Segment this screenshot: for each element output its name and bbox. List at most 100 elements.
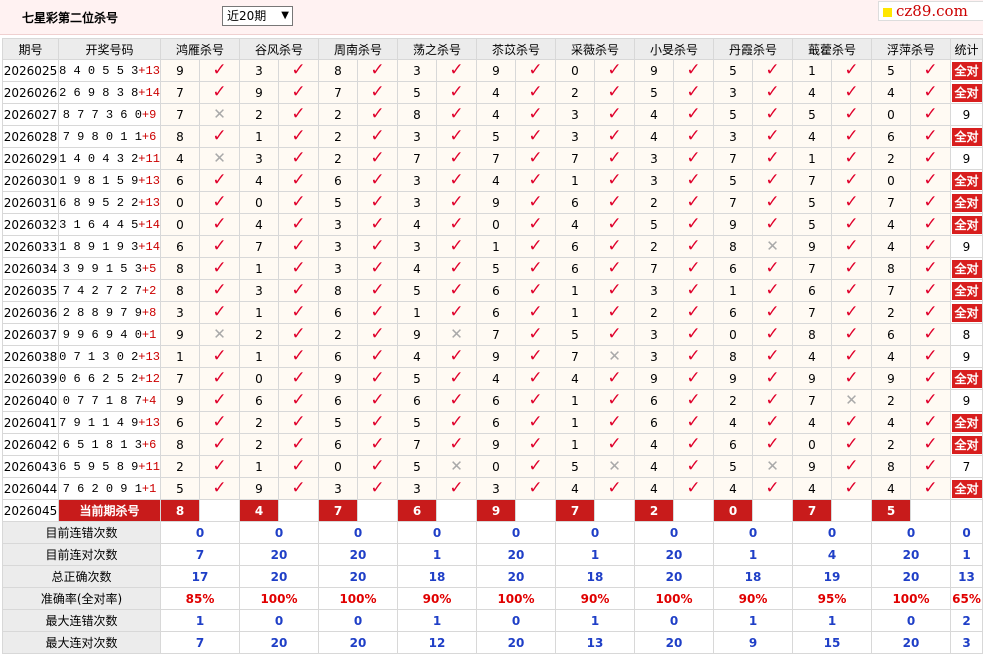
column-header-expert[interactable]: 蕺藿杀号	[792, 38, 872, 60]
kill-number: 2	[239, 411, 279, 434]
result-cell: ✓	[673, 169, 714, 192]
check-icon: ✓	[923, 104, 938, 124]
stat-total: 2	[950, 609, 983, 632]
check-icon: ✓	[765, 192, 780, 212]
result-cell: ✓	[357, 103, 398, 126]
column-header-expert[interactable]: 丹霞杀号	[713, 38, 793, 60]
check-icon: ✓	[212, 390, 227, 410]
kill-number: 3	[713, 125, 753, 148]
result-cell: ✓	[831, 301, 872, 324]
stat-value: 20	[476, 565, 556, 588]
kill-number: 5	[634, 81, 674, 104]
column-header-expert[interactable]: 谷风杀号	[239, 38, 319, 60]
result-cell: ✓	[515, 345, 556, 368]
kill-number: 3	[634, 323, 674, 346]
table-row: 2026042 6 5 1 8 1 3+6 8 ✓ 2 ✓ 6 ✓ 7 ✓ 9 ✓ 1 ✓ 4 ✓ 6 ✓ 0 ✓ 2 ✓…	[2, 433, 983, 456]
issue-number[interactable]: 2026026	[2, 81, 59, 104]
kill-number: 1	[792, 147, 832, 170]
column-header-expert[interactable]: 采薇杀号	[555, 38, 635, 60]
result-cell: ✓	[357, 455, 398, 478]
stat-value: 0	[239, 521, 319, 544]
result-cell: ✕	[752, 455, 793, 478]
result-cell: ✓	[278, 345, 319, 368]
issue-number[interactable]: 2026033	[2, 235, 59, 258]
check-icon: ✓	[686, 280, 701, 300]
current-empty-cell	[831, 499, 872, 522]
kill-number: 5	[160, 477, 200, 500]
check-icon: ✓	[291, 214, 306, 234]
kill-number: 6	[713, 433, 753, 456]
result-cell: ✓	[515, 81, 556, 104]
check-icon: ✓	[449, 192, 464, 212]
result-cell: ✓	[910, 169, 951, 192]
current-issue[interactable]: 2026045	[2, 499, 59, 522]
stat-label: 最大连错次数	[2, 609, 161, 632]
current-kill-number: 2	[634, 499, 674, 522]
issue-number[interactable]: 2026038	[2, 345, 59, 368]
kill-number: 3	[476, 477, 516, 500]
kill-number: 1	[239, 345, 279, 368]
check-icon: ✓	[607, 434, 622, 454]
issue-number[interactable]: 2026044	[2, 477, 59, 500]
issue-number[interactable]: 2026041	[2, 411, 59, 434]
draw-special: +13	[138, 195, 160, 210]
issue-number[interactable]: 2026042	[2, 433, 59, 456]
kill-number: 7	[792, 389, 832, 412]
result-cell: ✓	[910, 389, 951, 412]
column-header-expert[interactable]: 周南杀号	[318, 38, 398, 60]
column-header-expert[interactable]: 鸿雁杀号	[160, 38, 240, 60]
result-cell: ✓	[910, 345, 951, 368]
draw-numbers: 2 6 9 8 3 8+14	[58, 81, 161, 104]
check-icon: ✓	[765, 258, 780, 278]
issue-number[interactable]: 2026040	[2, 389, 59, 412]
check-icon: ✓	[844, 280, 859, 300]
column-header-expert[interactable]: 苶苡杀号	[476, 38, 556, 60]
issue-number[interactable]: 2026034	[2, 257, 59, 280]
kill-number: 3	[239, 147, 279, 170]
issue-number[interactable]: 2026025	[2, 59, 59, 82]
kill-number: 6	[239, 389, 279, 412]
issue-number[interactable]: 2026036	[2, 301, 59, 324]
kill-number: 5	[792, 213, 832, 236]
result-cell: ✕	[199, 323, 240, 346]
table-row: 2026027 8 7 7 3 6 0+9 7 ✕ 2 ✓ 2 ✓ 8 ✓ 4 ✓ 3 ✓ 4 ✓ 5 ✓ 5 ✓ 0 ✓…	[2, 103, 983, 126]
period-select[interactable]: 近20期 ▼	[222, 6, 293, 26]
draw-main: 8 4 0 5 5 3	[59, 63, 139, 78]
draw-main: 6 8 9 5 2 2	[59, 195, 139, 210]
chevron-down-icon: ▼	[281, 10, 289, 21]
column-header-expert[interactable]: 浮萍杀号	[871, 38, 951, 60]
kill-number: 3	[634, 147, 674, 170]
issue-number[interactable]: 2026032	[2, 213, 59, 236]
issue-number[interactable]: 2026027	[2, 103, 59, 126]
column-header-expert[interactable]: 小旻杀号	[634, 38, 714, 60]
issue-number[interactable]: 2026039	[2, 367, 59, 390]
check-icon: ✓	[449, 60, 464, 80]
result-cell: ✓	[436, 81, 477, 104]
issue-number[interactable]: 2026028	[2, 125, 59, 148]
result-cell: ✓	[515, 169, 556, 192]
check-icon: ✓	[686, 192, 701, 212]
draw-special: +1	[141, 327, 157, 342]
stat-label: 目前连错次数	[2, 521, 161, 544]
stat-value: 0	[476, 521, 556, 544]
issue-number[interactable]: 2026035	[2, 279, 59, 302]
issue-number[interactable]: 2026030	[2, 169, 59, 192]
issue-number[interactable]: 2026029	[2, 147, 59, 170]
check-icon: ✓	[370, 324, 385, 344]
issue-number[interactable]: 2026043	[2, 455, 59, 478]
site-logo[interactable]: cz89.com	[878, 1, 983, 21]
kill-number: 4	[239, 213, 279, 236]
check-icon: ✓	[844, 302, 859, 322]
draw-numbers: 7 9 8 0 1 1+6	[58, 125, 161, 148]
kill-number: 7	[555, 147, 595, 170]
result-cell: ✓	[515, 477, 556, 500]
kill-number: 5	[792, 103, 832, 126]
issue-number[interactable]: 2026037	[2, 323, 59, 346]
result-cell: ✓	[278, 389, 319, 412]
issue-number[interactable]: 2026031	[2, 191, 59, 214]
stat-value: 4	[792, 543, 872, 566]
check-icon: ✓	[844, 82, 859, 102]
column-header-expert[interactable]: 荡之杀号	[397, 38, 477, 60]
result-cell: ✕	[436, 323, 477, 346]
kill-number: 7	[555, 345, 595, 368]
